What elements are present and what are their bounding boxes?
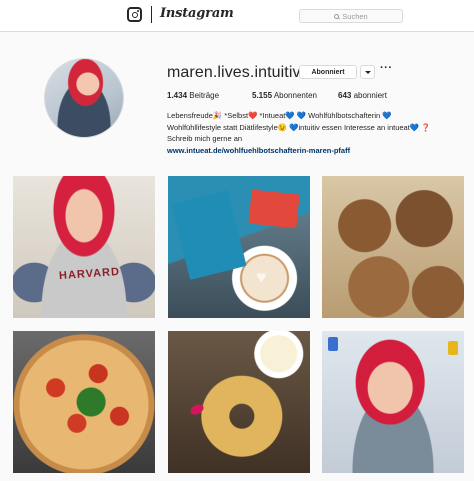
bio-line-1: Lebensfreude🎉 *Selbst❤️ *Intueat💙 💙 Wohl…: [167, 111, 392, 120]
post-thumbnail-6[interactable]: [322, 331, 464, 473]
bio-line-2: Wohlfühllifestyle statt Diätlifestyle😉 💙…: [167, 122, 431, 132]
following-label: abonniert: [351, 91, 387, 100]
post-thumbnail-2[interactable]: ♥: [168, 176, 310, 318]
painted-nail-image: [188, 402, 206, 417]
suggestions-dropdown-button[interactable]: [360, 65, 375, 79]
search-placeholder: Suchen: [342, 11, 368, 21]
instagram-wordmark[interactable]: Instagram: [160, 6, 234, 21]
post-1-shirt-text: HARVARD: [58, 265, 121, 283]
latte-heart-icon: ♥: [256, 267, 267, 287]
post-thumbnail-3[interactable]: [322, 176, 464, 318]
more-options-button[interactable]: ···: [380, 62, 393, 74]
search-icon: [334, 13, 340, 19]
following-button[interactable]: Abonniert: [299, 65, 357, 79]
following-stat[interactable]: 643 abonniert: [338, 91, 387, 100]
posts-label: Beiträge: [187, 91, 220, 100]
instagram-camera-icon[interactable]: [127, 7, 142, 22]
chevron-down-icon: [364, 70, 371, 74]
top-nav: Instagram Suchen: [0, 0, 474, 32]
search-input[interactable]: Suchen: [299, 9, 403, 23]
profile-username: maren.lives.intuitive: [167, 64, 310, 81]
post-thumbnail-4[interactable]: [13, 331, 155, 473]
profile-bio: Lebensfreude🎉 *Selbst❤️ *Intueat💙 💙 Wohl…: [167, 110, 467, 156]
journal-book-image: [171, 190, 247, 280]
followers-label: Abonnenten: [272, 91, 317, 100]
following-count: 643: [338, 91, 352, 100]
posts-stat: 1.434 Beiträge: [167, 91, 219, 100]
posts-count: 1.434: [167, 91, 188, 100]
snack-pack-image: [248, 189, 300, 229]
toy-figure-image: [448, 341, 458, 355]
nav-divider: [151, 6, 152, 23]
bio-website-link[interactable]: www.intueat.de/wohlfuehlbotschafterin-ma…: [167, 145, 467, 157]
post-thumbnail-5[interactable]: [168, 331, 310, 473]
profile-avatar[interactable]: [44, 58, 124, 138]
toy-figure-image: [328, 337, 338, 351]
followers-stat[interactable]: 5.155 Abonnenten: [252, 91, 317, 100]
followers-count: 5.155: [252, 91, 273, 100]
post-thumbnail-1[interactable]: HARVARD: [13, 176, 155, 318]
bio-line-3: Schreib mich gerne an: [167, 134, 243, 143]
